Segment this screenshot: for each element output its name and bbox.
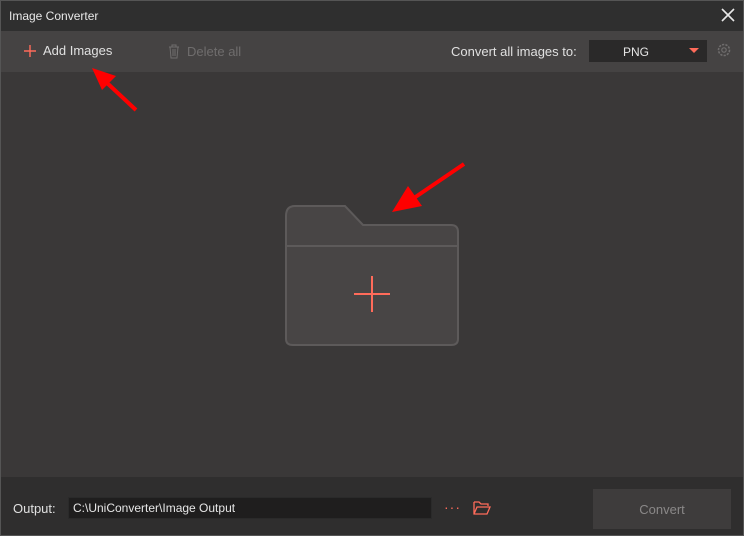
delete-all-button[interactable]: Delete all bbox=[167, 43, 241, 59]
output-format-value: PNG bbox=[623, 45, 650, 59]
delete-all-label: Delete all bbox=[187, 43, 242, 59]
image-drop-area[interactable] bbox=[1, 72, 743, 477]
convert-button[interactable]: Convert bbox=[593, 489, 731, 529]
add-images-label: Add Images bbox=[43, 43, 113, 58]
output-label: Output: bbox=[13, 501, 56, 516]
add-images-button[interactable]: Add Images bbox=[23, 43, 112, 58]
plus-icon bbox=[24, 44, 36, 57]
more-options-button[interactable]: ··· bbox=[444, 499, 461, 515]
toolbar: Add Images Delete all Convert all images… bbox=[1, 31, 743, 72]
folder-open-icon[interactable] bbox=[473, 500, 491, 516]
title-bar: Image Converter bbox=[1, 1, 743, 31]
output-format-select[interactable]: PNG bbox=[589, 40, 707, 62]
trash-icon bbox=[169, 44, 179, 59]
image-converter-window: Image Converter Add Images Delete all Co… bbox=[0, 0, 744, 536]
convert-all-label: Convert all images to: bbox=[451, 44, 577, 59]
dropdown-arrow-icon bbox=[689, 48, 699, 53]
close-icon[interactable] bbox=[719, 6, 737, 24]
gear-icon[interactable] bbox=[715, 41, 733, 59]
output-path-input[interactable] bbox=[68, 497, 432, 519]
window-title: Image Converter bbox=[9, 9, 99, 23]
folder-plus-icon[interactable] bbox=[285, 204, 459, 346]
bottom-bar: Output: ··· Convert bbox=[1, 477, 743, 535]
